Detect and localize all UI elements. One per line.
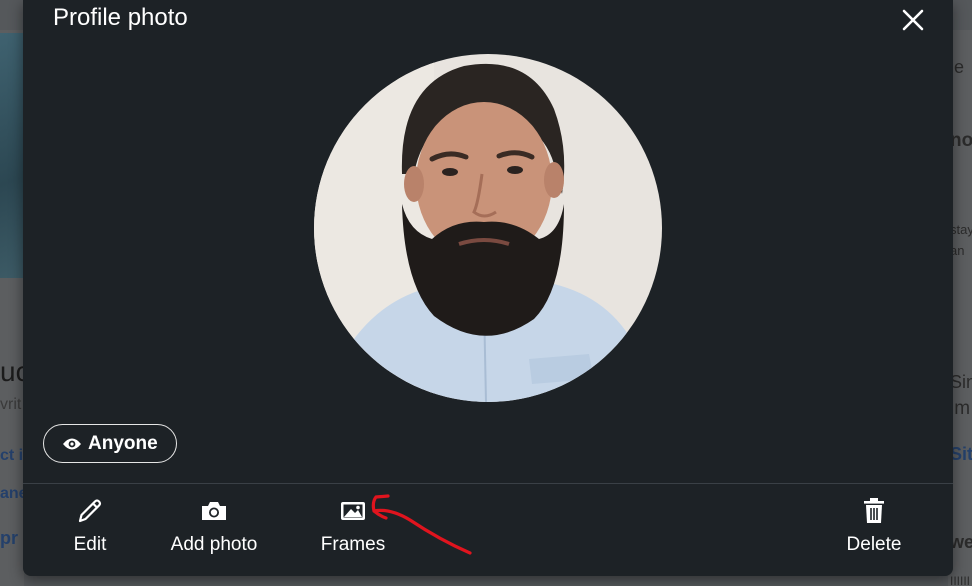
add-photo-label: Add photo	[170, 534, 258, 555]
profile-photo-dialog: Profile photo Anyone Edit Add photo Fram…	[23, 0, 953, 576]
dialog-title: Profile photo	[53, 4, 188, 31]
footer-divider	[23, 483, 953, 484]
pencil-icon	[78, 499, 102, 523]
frames-button[interactable]: Frames	[320, 494, 386, 556]
background-sidebar-fragment: IIIIII	[950, 574, 971, 586]
background-banner	[0, 33, 24, 278]
edit-button[interactable]: Edit	[68, 494, 112, 556]
background-sidebar-fragment: le	[950, 57, 965, 77]
background-link-fragment: pr	[0, 528, 18, 548]
camera-icon	[202, 502, 226, 520]
trash-icon	[864, 498, 884, 523]
eye-icon	[63, 438, 81, 449]
delete-label: Delete	[846, 534, 902, 555]
edit-label: Edit	[73, 534, 107, 555]
close-button[interactable]	[895, 2, 931, 38]
background-name-fragment: uc	[0, 356, 24, 387]
background-headline-fragment: vrit	[0, 396, 22, 413]
background-link-fragment: ct i	[0, 447, 24, 464]
background-sidebar-fragment: no	[950, 130, 972, 151]
background-sidebar-fragment: Sinc	[950, 372, 972, 392]
background-sidebar-fragment: stay	[950, 222, 972, 237]
close-icon	[902, 9, 924, 31]
background-link-fragment: ane	[0, 485, 24, 502]
visibility-button[interactable]: Anyone	[43, 424, 177, 463]
background-sidebar-fragment: we	[950, 532, 972, 552]
visibility-label: Anyone	[88, 432, 158, 454]
background-sidebar-fragment: Sit	[950, 444, 972, 464]
frames-label: Frames	[320, 534, 386, 555]
add-photo-button[interactable]: Add photo	[166, 494, 262, 556]
image-icon	[341, 502, 365, 520]
background-sidebar-fragment: im	[950, 398, 971, 419]
background-sidebar-fragment: an	[950, 243, 965, 258]
delete-button[interactable]: Delete	[844, 494, 904, 556]
profile-photo	[314, 54, 662, 402]
